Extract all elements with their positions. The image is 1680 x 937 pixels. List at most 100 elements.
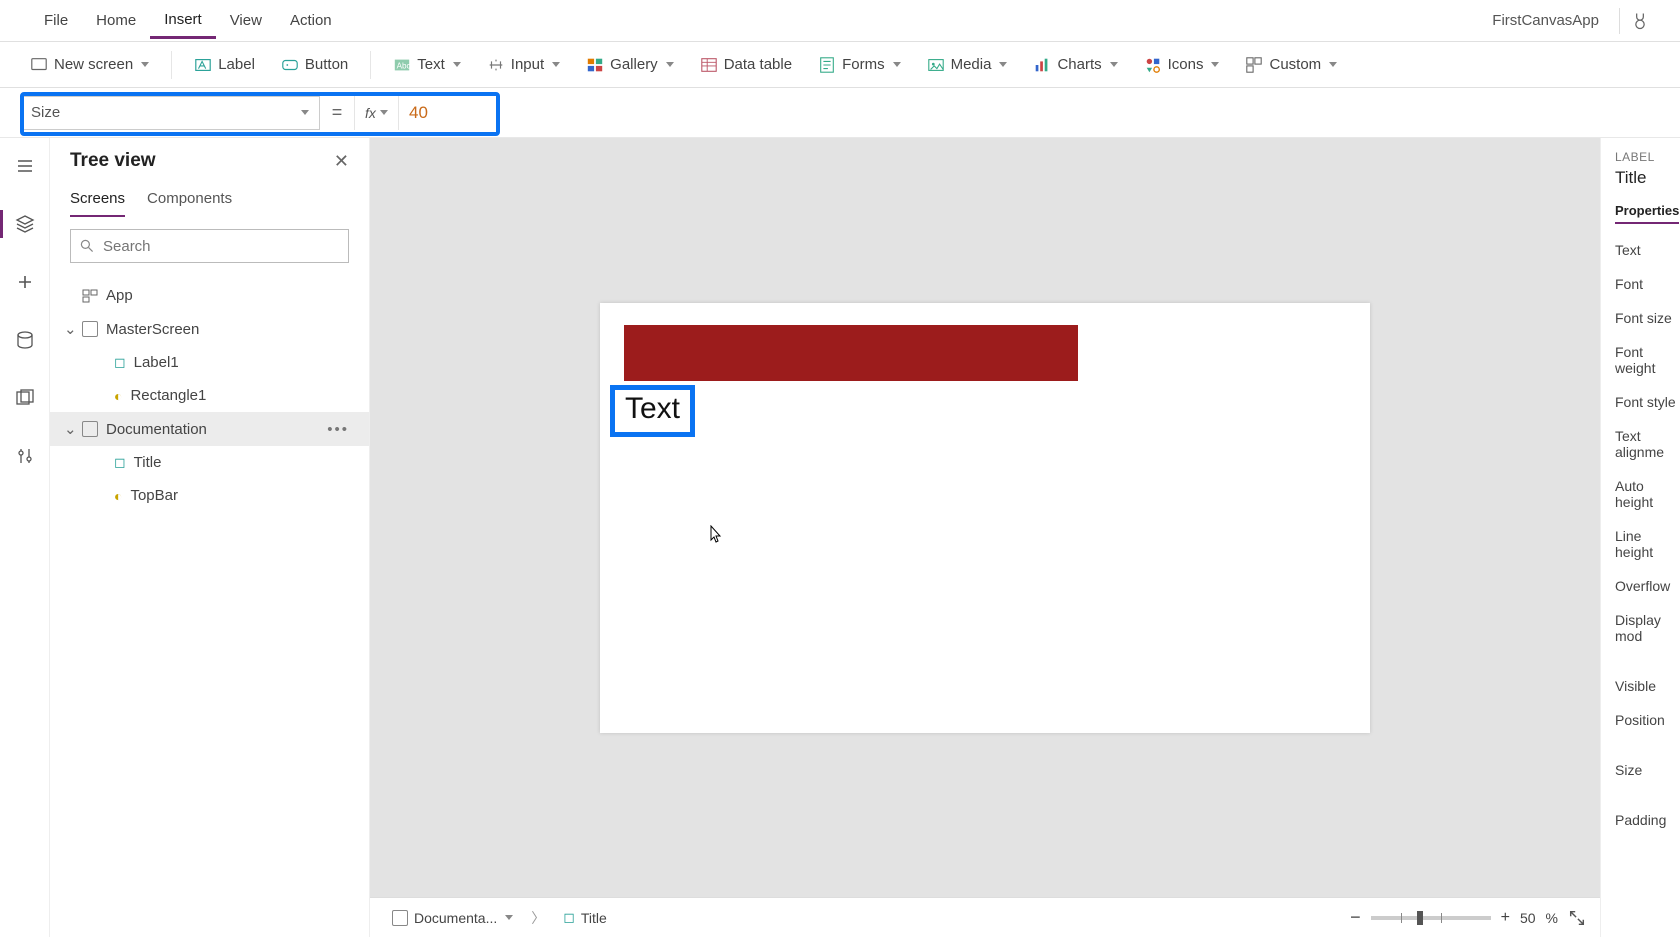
menu-action[interactable]: Action <box>276 4 346 37</box>
tree-item-label: Title <box>134 454 162 471</box>
zoom-thumb[interactable] <box>1417 911 1423 925</box>
tree-item-rectangle1[interactable]: ◐ Rectangle1 <box>50 379 369 412</box>
rail-tree-view[interactable] <box>7 206 43 242</box>
tree-title: Tree view <box>70 150 156 172</box>
equals-sign: = <box>320 102 354 123</box>
forms-menu[interactable]: Forms <box>808 52 911 78</box>
button-button-text: Button <box>305 56 348 73</box>
fx-button[interactable]: fx <box>354 96 398 130</box>
zoom-value: 50 <box>1520 910 1536 926</box>
ribbon-toolbar: New screen Label Button Abc Text Input G… <box>0 42 1680 88</box>
tab-components[interactable]: Components <box>147 184 232 217</box>
property-selector[interactable]: Size <box>20 96 320 130</box>
close-tree-button[interactable]: ✕ <box>334 151 349 172</box>
tree-item-topbar[interactable]: ◐ TopBar <box>50 479 369 512</box>
tree-item-label: Label1 <box>134 354 179 371</box>
tree-item-label1[interactable]: ◻ Label1 <box>50 346 369 379</box>
zoom-in-button[interactable]: + <box>1501 909 1510 927</box>
data-table-icon <box>700 56 718 74</box>
prop-font[interactable]: Font <box>1615 276 1680 292</box>
menu-insert[interactable]: Insert <box>150 3 216 39</box>
rail-hamburger[interactable] <box>7 148 43 184</box>
title-label-control[interactable]: Text <box>610 385 695 437</box>
more-options-button[interactable]: ••• <box>327 421 359 438</box>
menu-home[interactable]: Home <box>82 4 150 37</box>
icons-menu[interactable]: Icons <box>1134 52 1230 78</box>
rail-media[interactable] <box>7 380 43 416</box>
tree-view-panel: Tree view ✕ Screens Components App Maste… <box>50 138 370 937</box>
zoom-unit: % <box>1546 910 1558 926</box>
control-name-label: Title <box>1615 168 1680 188</box>
app-checker-icon[interactable] <box>1630 11 1650 31</box>
tree-item-masterscreen[interactable]: MasterScreen <box>50 312 369 346</box>
prop-font-size[interactable]: Font size <box>1615 310 1680 326</box>
breadcrumb-control[interactable]: ◻ Title <box>555 905 615 930</box>
chevron-down-icon <box>1211 62 1219 67</box>
rail-data[interactable] <box>7 322 43 358</box>
prop-visible[interactable]: Visible <box>1615 678 1680 694</box>
zoom-out-button[interactable]: − <box>1350 907 1361 928</box>
tree-item-title[interactable]: ◻ Title <box>50 446 369 479</box>
shape-icon: ◐ <box>114 388 122 404</box>
tree-item-label: TopBar <box>130 487 178 504</box>
media-icon <box>927 56 945 74</box>
label-icon: ◻ <box>114 354 126 371</box>
custom-menu-label: Custom <box>1269 56 1321 73</box>
prop-auto-height[interactable]: Auto height <box>1615 478 1680 510</box>
canvas-screen[interactable]: Text <box>600 303 1370 733</box>
media-menu[interactable]: Media <box>917 52 1018 78</box>
text-menu[interactable]: Abc Text <box>383 52 471 78</box>
new-screen-button[interactable]: New screen <box>20 52 159 78</box>
label-button[interactable]: Label <box>184 52 265 78</box>
properties-tab[interactable]: Properties <box>1615 203 1679 224</box>
prop-font-style[interactable]: Font style <box>1615 394 1680 410</box>
rail-insert[interactable] <box>7 264 43 300</box>
gallery-menu[interactable]: Gallery <box>576 52 684 78</box>
svg-text:Abc: Abc <box>397 61 411 70</box>
prop-overflow[interactable]: Overflow <box>1615 578 1680 594</box>
new-screen-label: New screen <box>54 56 133 73</box>
prop-position[interactable]: Position <box>1615 712 1680 728</box>
tab-screens[interactable]: Screens <box>70 184 125 217</box>
tree-search-box[interactable] <box>70 229 349 263</box>
chevron-down-icon <box>999 62 1007 67</box>
zoom-slider[interactable] <box>1371 916 1491 920</box>
screen-icon <box>82 321 98 337</box>
charts-menu[interactable]: Charts <box>1023 52 1127 78</box>
tree-item-documentation[interactable]: Documentation ••• <box>50 412 369 446</box>
menu-file[interactable]: File <box>30 4 82 37</box>
menu-view[interactable]: View <box>216 4 276 37</box>
forms-icon <box>818 56 836 74</box>
chevron-down-icon <box>666 62 674 67</box>
formula-input[interactable]: 40 <box>398 96 458 130</box>
top-menu-bar: File Home Insert View Action FirstCanvas… <box>0 0 1680 42</box>
topbar-rectangle[interactable] <box>624 325 1078 381</box>
breadcrumb-screen-label: Documenta... <box>414 910 497 926</box>
tree-item-app[interactable]: App <box>50 279 369 312</box>
icons-menu-label: Icons <box>1168 56 1204 73</box>
chevron-down-icon[interactable] <box>64 420 74 438</box>
input-menu[interactable]: Input <box>477 52 570 78</box>
screen-icon <box>82 421 98 437</box>
chevron-down-icon <box>1110 62 1118 67</box>
chevron-down-icon[interactable] <box>64 320 74 338</box>
charts-menu-label: Charts <box>1057 56 1101 73</box>
fit-to-screen-button[interactable] <box>1568 909 1586 927</box>
prop-line-height[interactable]: Line height <box>1615 528 1680 560</box>
button-icon <box>281 56 299 74</box>
chevron-down-icon <box>552 62 560 67</box>
canvas-stage[interactable]: Text <box>370 138 1600 897</box>
tree-search-input[interactable] <box>103 238 340 255</box>
breadcrumb-screen[interactable]: Documenta... <box>384 906 521 930</box>
prop-size[interactable]: Size <box>1615 762 1680 778</box>
prop-padding[interactable]: Padding <box>1615 812 1680 828</box>
prop-display-mode[interactable]: Display mod <box>1615 612 1680 644</box>
prop-font-weight[interactable]: Font weight <box>1615 344 1680 376</box>
button-button[interactable]: Button <box>271 52 358 78</box>
custom-menu[interactable]: Custom <box>1235 52 1347 78</box>
icons-icon <box>1144 56 1162 74</box>
prop-text[interactable]: Text <box>1615 242 1680 258</box>
prop-text-alignment[interactable]: Text alignme <box>1615 428 1680 460</box>
data-table-button[interactable]: Data table <box>690 52 802 78</box>
rail-advanced[interactable] <box>7 438 43 474</box>
